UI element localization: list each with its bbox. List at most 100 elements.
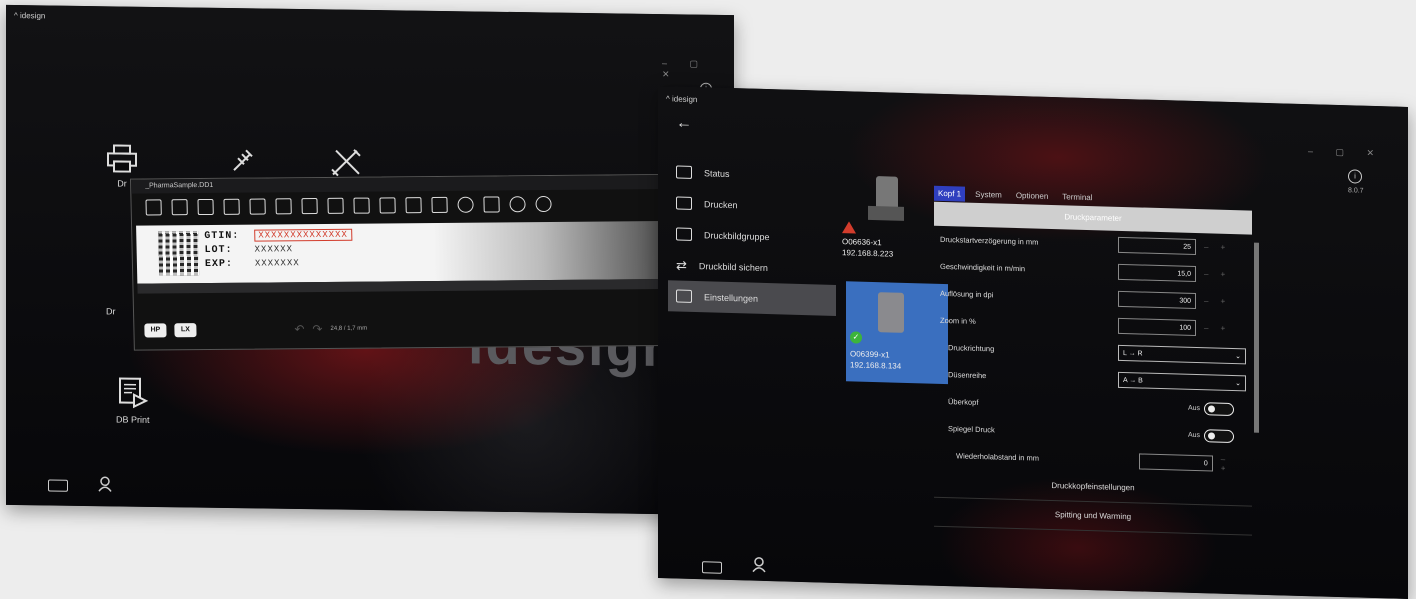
- nav-druckbild-sichern[interactable]: ⇄ Druckbild sichern: [668, 249, 836, 285]
- stepper-icon[interactable]: –+: [1221, 454, 1252, 473]
- speed-input[interactable]: 15,0: [1118, 263, 1196, 282]
- resolution-input[interactable]: 300: [1118, 290, 1196, 309]
- tile-connect[interactable]: [230, 146, 256, 180]
- tools-icon: [331, 149, 361, 177]
- mirror-toggle[interactable]: Aus: [1188, 429, 1235, 444]
- graphic-icon[interactable]: [327, 197, 344, 214]
- nav-druckbildgruppe[interactable]: Druckbildgruppe: [668, 218, 836, 254]
- param-label: Düsenreihe: [948, 370, 987, 381]
- save-as-icon[interactable]: [223, 198, 240, 215]
- param-label: Überkopf: [948, 397, 979, 407]
- hp-class-badge[interactable]: HP: [144, 323, 167, 338]
- zoom-in-icon[interactable]: [509, 196, 526, 213]
- new-file-icon[interactable]: [145, 199, 162, 216]
- tile-design[interactable]: Dr: [106, 306, 116, 316]
- image-icon[interactable]: [301, 198, 318, 215]
- barcode-icon[interactable]: [275, 198, 292, 215]
- tab-terminal[interactable]: Terminal: [1058, 189, 1096, 205]
- gtin-field[interactable]: XXXXXXXXXXXXXX: [254, 228, 353, 242]
- nav-einstellungen[interactable]: Einstellungen: [668, 280, 836, 316]
- app-title-text: idesign: [672, 94, 698, 105]
- nav-drucken[interactable]: Drucken: [668, 187, 836, 223]
- tab-system[interactable]: System: [971, 187, 1006, 203]
- version-label: 8.0.7: [1348, 187, 1364, 195]
- stepper-icon[interactable]: –+: [1204, 323, 1237, 333]
- delay-input[interactable]: 25: [1118, 236, 1196, 255]
- label-key: LOT:: [204, 244, 233, 257]
- open-file-icon[interactable]: [171, 199, 188, 216]
- repeat-distance-input[interactable]: 0: [1138, 452, 1213, 471]
- label-canvas[interactable]: GTIN: XXXXXXXXXXXXXX LOT: XXXXXX EXP: XX…: [136, 220, 678, 284]
- tab-kopf1[interactable]: Kopf 1: [934, 185, 966, 202]
- keyboard-icon[interactable]: [48, 479, 68, 492]
- select-value: L → R: [1123, 349, 1143, 358]
- db-print-icon: [118, 377, 148, 409]
- app-title: ^ idesign: [666, 94, 697, 104]
- user-icon[interactable]: [752, 557, 766, 573]
- printer-icon: [676, 196, 692, 210]
- device-card[interactable]: O06636-x1 192.168.8.223: [840, 175, 930, 278]
- keyboard-icon[interactable]: [702, 561, 722, 574]
- text-tool-icon[interactable]: [249, 198, 266, 215]
- nav-label: Status: [704, 167, 730, 179]
- window-controls[interactable]: – ▢ ✕: [662, 58, 734, 81]
- gtin-value: XXXXXXXXXXXXXX: [254, 228, 353, 242]
- device-card-selected[interactable]: ✓ O06399-x1 192.168.8.134: [846, 281, 948, 385]
- param-label: Zoom in %: [940, 315, 976, 326]
- lot-value[interactable]: XXXXXX: [254, 244, 293, 254]
- toggle-state: Aus: [1188, 431, 1201, 440]
- editor-toolbar: [131, 189, 691, 222]
- select-value: A → B: [1123, 376, 1143, 385]
- toggle-state: Aus: [1188, 404, 1201, 413]
- tab-optionen[interactable]: Optionen: [1012, 188, 1052, 204]
- editor-footer: HP LX ↶ ↷ 24,8 / 1,7 mm: [144, 315, 684, 342]
- zoom-input[interactable]: 100: [1118, 317, 1196, 336]
- device-name: O06636-x1: [842, 237, 882, 248]
- refresh-icon[interactable]: [457, 196, 474, 213]
- exp-value[interactable]: XXXXXXX: [255, 258, 300, 268]
- overhead-toggle[interactable]: Aus: [1188, 402, 1235, 417]
- window-controls[interactable]: – ▢ ✕: [1308, 146, 1384, 159]
- user-icon[interactable]: [98, 476, 112, 492]
- info-icon[interactable]: i: [1348, 169, 1362, 184]
- device-ip: 192.168.8.134: [850, 360, 902, 371]
- nozzle-row-select[interactable]: A → B ⌄: [1118, 371, 1246, 391]
- chevron-down-icon: ⌄: [1235, 379, 1241, 387]
- printer-device-icon: [878, 292, 904, 333]
- printer-icon: [107, 144, 137, 173]
- toggle-switch[interactable]: [1204, 402, 1235, 417]
- scrollbar[interactable]: [1254, 242, 1259, 433]
- undo-icon[interactable]: ↶: [294, 322, 304, 336]
- layout-icon[interactable]: [379, 197, 396, 214]
- redo-icon[interactable]: ↷: [312, 322, 322, 336]
- tile-label: Dr: [117, 178, 127, 189]
- device-ip: 192.168.8.223: [842, 248, 894, 259]
- label-editor-window: _PharmaSample.DD1 GTIN: XXXXXXXXXXXXXX L…: [130, 173, 696, 351]
- stepper-icon[interactable]: –+: [1204, 269, 1237, 279]
- nav-status[interactable]: Status: [668, 156, 836, 192]
- settings-printer-icon: [676, 289, 692, 303]
- nav-label: Druckbild sichern: [698, 260, 768, 273]
- lx-class-badge[interactable]: LX: [174, 323, 197, 338]
- tile-db-print[interactable]: DB Print: [116, 376, 150, 425]
- calc-icon[interactable]: [483, 196, 500, 213]
- picture-icon[interactable]: [353, 197, 370, 214]
- app-logo-icon: ^: [14, 11, 18, 21]
- nav-label: Drucken: [704, 198, 738, 210]
- save-icon[interactable]: [197, 198, 214, 216]
- tile-label: DB Print: [116, 414, 150, 425]
- stepper-icon[interactable]: –+: [1204, 242, 1237, 252]
- stepper-icon[interactable]: –+: [1204, 296, 1237, 306]
- tile-label: Dr: [106, 306, 116, 317]
- direction-select[interactable]: L → R ⌄: [1118, 344, 1246, 364]
- back-arrow-icon[interactable]: ←: [676, 115, 692, 133]
- toggle-switch[interactable]: [1204, 429, 1235, 444]
- delete-icon[interactable]: [405, 197, 422, 214]
- param-label: Spiegel Druck: [948, 424, 995, 435]
- zoom-out-icon[interactable]: [535, 195, 552, 213]
- app-title: ^ idesign: [14, 11, 45, 20]
- app-title-text: idesign: [20, 11, 46, 21]
- settings-panel: Druckparameter Druckstartverzögerung in …: [934, 201, 1252, 536]
- copy-icon[interactable]: [431, 196, 448, 214]
- datamatrix-overlay: [158, 231, 200, 276]
